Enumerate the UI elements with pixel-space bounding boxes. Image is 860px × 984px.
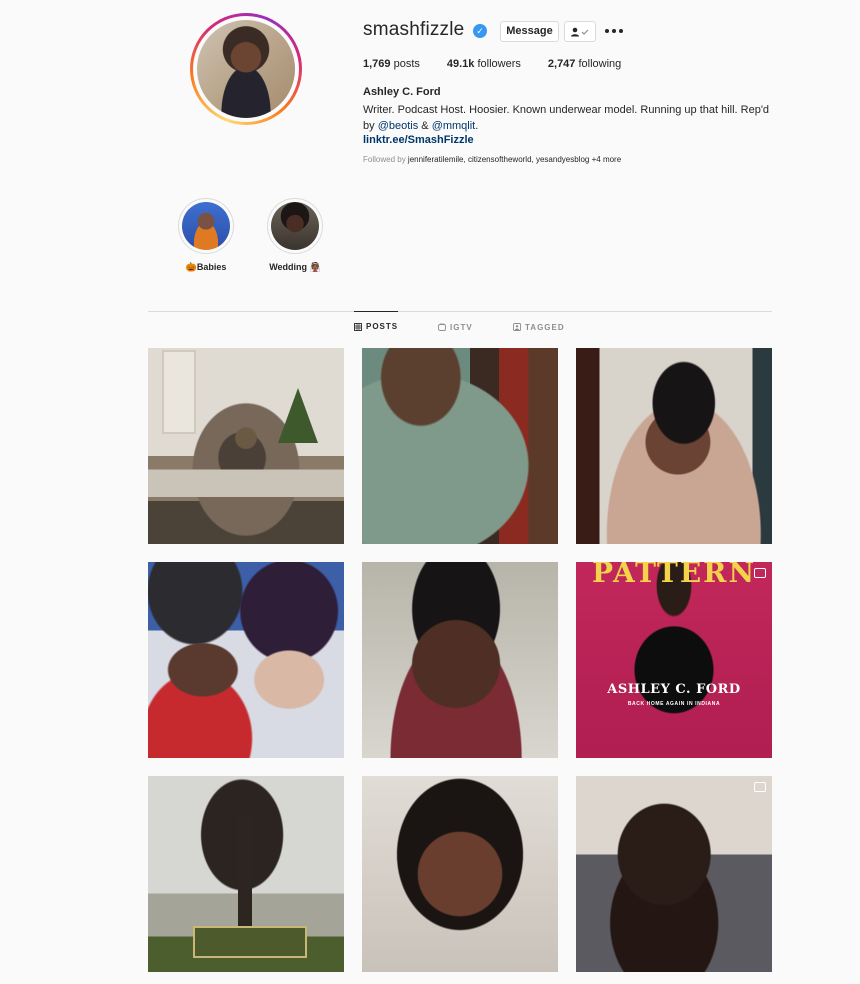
followers-stat[interactable]: 49.1k followers — [447, 58, 521, 70]
bio-ampersand: & — [421, 120, 429, 132]
bio-period: . — [475, 120, 479, 132]
bio-mention-mmqlit[interactable]: @mmqlit — [432, 120, 476, 132]
more-options-icon[interactable] — [605, 24, 623, 38]
following-dropdown-button[interactable] — [564, 21, 596, 42]
post-tile[interactable] — [148, 562, 344, 758]
tab-posts[interactable]: POSTS — [354, 311, 399, 341]
post-tile[interactable] — [576, 776, 772, 972]
post-tile[interactable] — [362, 348, 558, 544]
highlight-label: Wedding 👰🏾 — [269, 262, 321, 272]
verified-badge-icon: ✓ — [473, 24, 487, 38]
avatar-photo — [197, 20, 295, 118]
profile-username: smashfizzle — [363, 19, 465, 40]
highlight-babies[interactable]: 🎃Babies — [161, 198, 251, 273]
grid-icon — [354, 322, 362, 331]
post-tile[interactable] — [576, 348, 772, 544]
profile-avatar[interactable] — [190, 13, 302, 125]
highlight-wedding-cover — [271, 202, 319, 250]
igtv-icon — [438, 323, 446, 331]
following-stat[interactable]: 2,747 following — [548, 58, 621, 70]
tab-igtv[interactable]: IGTV — [438, 312, 473, 342]
profile-external-link[interactable]: linktr.ee/SmashFizzle — [363, 134, 474, 146]
multiple-photos-icon — [754, 568, 766, 578]
post-tile[interactable] — [362, 562, 558, 758]
message-button[interactable]: Message — [500, 21, 559, 42]
profile-stats: 1,769 posts 49.1k followers 2,747 follow… — [363, 58, 648, 70]
post-tile[interactable] — [148, 776, 344, 972]
post-tile[interactable]: PATTERN ASHLEY C. FORD BACK HOME AGAIN I… — [576, 562, 772, 758]
post-tile[interactable] — [148, 348, 344, 544]
posts-stat[interactable]: 1,769 posts — [363, 58, 420, 70]
highlight-label: 🎃Babies — [185, 262, 227, 272]
posts-grid: PATTERN ASHLEY C. FORD BACK HOME AGAIN I… — [148, 348, 772, 972]
tab-tagged[interactable]: TAGGED — [513, 312, 565, 342]
profile-full-name: Ashley C. Ford — [363, 86, 441, 98]
magazine-cover-subtitle: BACK HOME AGAIN IN INDIANA — [627, 701, 721, 707]
highlight-wedding[interactable]: Wedding 👰🏾 — [250, 198, 340, 273]
profile-bio: Writer. Podcast Host. Hoosier. Known und… — [363, 102, 773, 134]
highlight-babies-cover — [182, 202, 230, 250]
tagged-icon — [513, 323, 521, 331]
post-tile[interactable] — [362, 776, 558, 972]
video-icon — [754, 782, 766, 792]
followed-by[interactable]: Followed by jenniferatilemile, citizenso… — [363, 155, 621, 164]
magazine-cover-name: ASHLEY C. FORD — [607, 682, 741, 697]
person-check-icon — [571, 27, 589, 36]
magazine-title: PATTERN — [591, 562, 757, 589]
bio-mention-beotis[interactable]: @beotis — [378, 120, 419, 132]
